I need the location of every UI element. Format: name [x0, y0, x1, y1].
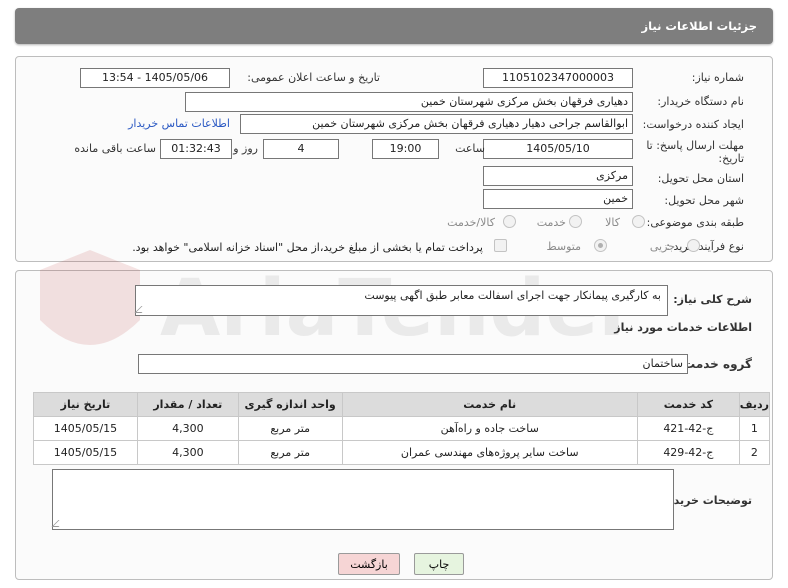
resize-handle-icon[interactable] — [134, 306, 149, 313]
purchase-minor-radio[interactable] — [687, 239, 700, 252]
cell-service-code: ج-42-421 — [636, 416, 740, 441]
cell-service-name: ساخت جاده و راه‌آهن — [341, 416, 638, 441]
time-remaining-label: ساعت باقی مانده — [74, 142, 156, 155]
days-label: روز و — [233, 142, 258, 155]
time-remaining-field: 01:32:43 — [160, 139, 232, 159]
category-service-radio[interactable] — [569, 215, 582, 228]
category-goods-radio[interactable] — [632, 215, 645, 228]
buyer-notes-textarea[interactable] — [51, 469, 674, 530]
cell-quantity: 4,300 — [136, 416, 239, 441]
announce-datetime-label: تاریخ و ساعت اعلان عمومی: — [247, 71, 380, 84]
category-label: طبقه بندی موضوعی: — [646, 216, 744, 229]
deadline-time-field: 19:00 — [372, 139, 439, 159]
deadline-date-field: 1405/05/10 — [483, 139, 633, 159]
cell-need-date: 1405/05/15 — [33, 440, 138, 465]
description-label: شرح کلی نیاز: — [673, 293, 752, 306]
description-text: به کارگیری پیمانکار جهت اجرای اسفالت معا… — [364, 289, 661, 302]
cell-row-number: 1 — [738, 416, 771, 441]
category-service-label: خدمت — [536, 216, 566, 229]
purchase-type-label: نوع فرآیند خرید : — [666, 240, 744, 253]
category-goods-service-label: کالا/خدمت — [447, 216, 495, 229]
category-goods-service-radio[interactable] — [503, 215, 516, 228]
buyer-contact-link[interactable]: اطلاعات تماس خریدار — [128, 117, 230, 130]
table-header-row: ردیف کد خدمت نام خدمت واحد اندازه گیری ت… — [33, 392, 771, 417]
col-service-code: کد خدمت — [636, 392, 740, 417]
buyer-org-label: نام دستگاه خریدار: — [657, 95, 744, 108]
service-group-field: ساختمان — [138, 354, 688, 374]
cell-row-number: 2 — [738, 440, 771, 465]
page-header: جزئیات اطلاعات نیاز — [15, 8, 773, 44]
cell-service-code: ج-42-429 — [636, 440, 740, 465]
city-field: خمین — [483, 189, 633, 209]
announce-datetime-field: 1405/05/06 - 13:54 — [80, 68, 230, 88]
city-label: شهر محل تحویل: — [664, 194, 744, 207]
province-label: استان محل تحویل: — [657, 172, 744, 185]
deadline-label-line1: مهلت ارسال پاسخ: تا — [646, 139, 744, 152]
cell-need-date: 1405/05/15 — [33, 416, 138, 441]
need-number-field: 1105102347000003 — [483, 68, 633, 88]
deadline-time-label: ساعت — [455, 142, 485, 155]
province-field: مرکزی — [483, 166, 633, 186]
table-row: 2 ج-42-429 ساخت سایر پروژه‌های مهندسی عم… — [33, 440, 771, 465]
service-group-label: گروه خدمت: — [678, 357, 752, 371]
cell-quantity: 4,300 — [136, 440, 239, 465]
col-need-date: تاریخ نیاز — [33, 392, 138, 417]
resize-handle-icon[interactable] — [51, 520, 66, 527]
purchase-medium-radio[interactable] — [594, 239, 607, 252]
requester-field: ابوالقاسم جراحی دهیار دهیاری فرقهان بخش … — [240, 114, 633, 134]
deadline-label-line2: تاریخ: — [718, 152, 744, 165]
treasury-payment-checkbox[interactable] — [494, 239, 507, 252]
buyer-org-field: دهیاری فرقهان بخش مرکزی شهرستان خمین — [185, 92, 633, 112]
purchase-medium-label: متوسط — [546, 240, 581, 253]
services-table: ردیف کد خدمت نام خدمت واحد اندازه گیری ت… — [33, 392, 771, 465]
back-button[interactable]: بازگشت — [338, 553, 400, 575]
need-number-label: شماره نیاز: — [691, 71, 744, 84]
treasury-payment-note: پرداخت تمام یا بخشی از مبلغ خرید،از محل … — [132, 241, 483, 254]
col-quantity: تعداد / مقدار — [136, 392, 239, 417]
table-row: 1 ج-42-421 ساخت جاده و راه‌آهن متر مربع … — [33, 416, 771, 441]
col-unit: واحد اندازه گیری — [237, 392, 343, 417]
cell-service-name: ساخت سایر پروژه‌های مهندسی عمران — [341, 440, 638, 465]
description-textarea: به کارگیری پیمانکار جهت اجرای اسفالت معا… — [134, 285, 668, 316]
purchase-minor-label: جزیی — [649, 240, 675, 253]
col-row-number: ردیف — [738, 392, 771, 417]
cell-unit: متر مربع — [237, 440, 343, 465]
page-title: جزئیات اطلاعات نیاز — [641, 19, 757, 33]
days-remaining-field: 4 — [263, 139, 339, 159]
cell-unit: متر مربع — [237, 416, 343, 441]
category-goods-label: کالا — [605, 216, 620, 229]
col-service-name: نام خدمت — [341, 392, 638, 417]
print-button[interactable]: چاپ — [414, 553, 464, 575]
services-section-title: اطلاعات خدمات مورد نیاز — [614, 321, 752, 334]
requester-label: ایجاد کننده درخواست: — [642, 118, 744, 131]
